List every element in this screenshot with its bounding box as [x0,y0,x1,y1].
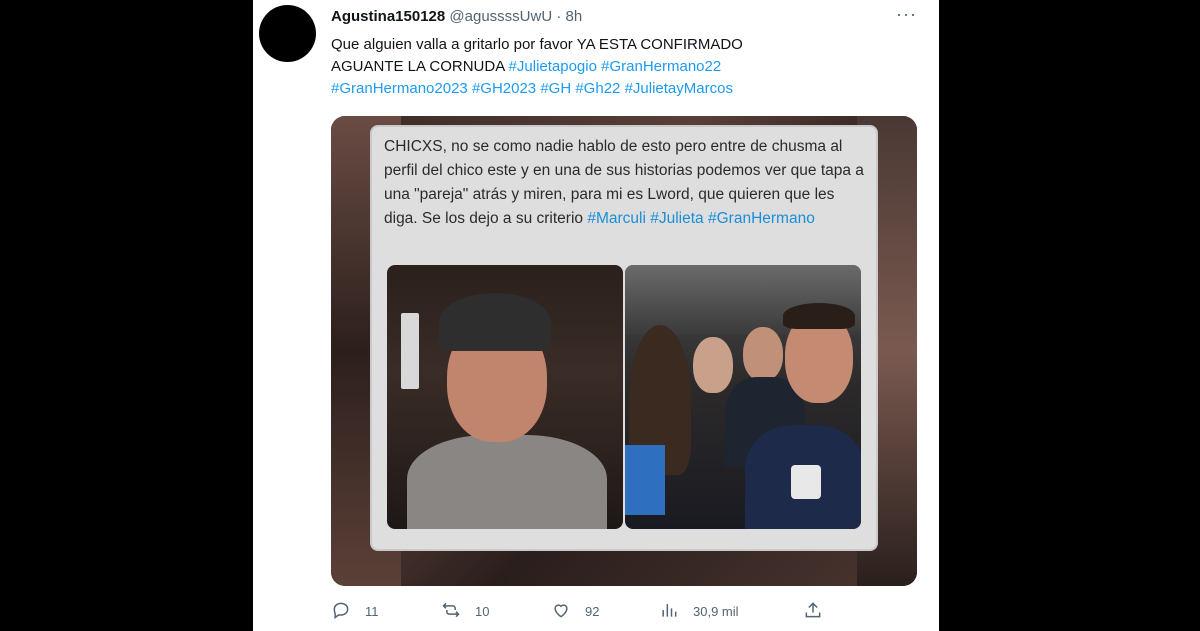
person-face [743,327,783,381]
retweet-button[interactable]: 10 [441,600,489,623]
photo-right [625,265,861,529]
heart-icon [551,600,571,623]
views-button[interactable]: 30,9 mil [659,600,739,623]
jersey-badge [791,465,821,499]
hashtag-link[interactable]: #GH [540,80,571,97]
views-count: 30,9 mil [693,604,739,619]
person-face [693,337,733,393]
screenshot-hashtag: #GranHermano [707,210,815,227]
views-icon [659,600,679,623]
reply-icon [331,600,351,623]
more-icon[interactable]: ··· [896,4,917,25]
like-count: 92 [585,604,600,619]
timestamp[interactable]: 8h [566,8,583,25]
hashtag-link[interactable]: #GranHermano2023 [331,80,468,97]
like-button[interactable]: 92 [551,600,599,623]
person-cap [439,293,551,351]
hashtag-link[interactable]: #JulietayMarcos [625,80,733,97]
person-top [625,445,665,515]
separator: · [556,8,562,25]
tweet-card[interactable]: Agustina150128 @agussssUwU · 8h ··· Que … [253,0,939,631]
person-hair [783,303,855,329]
share-icon [803,600,823,623]
person-hoodie [407,435,607,529]
screenshot-hashtag: #Julieta [650,210,704,227]
author-name[interactable]: Agustina150128 [331,8,445,25]
hashtag-link[interactable]: #GH2023 [472,80,536,97]
screenshot-card: CHICXS, no se como nadie hablo de esto p… [372,127,876,549]
tweet-header: Agustina150128 @agussssUwU · 8h [331,8,582,25]
hashtag-link[interactable]: #Gh22 [575,80,620,97]
photo-left [387,265,623,529]
tweet-media-image[interactable]: CHICXS, no se como nadie hablo de esto p… [331,116,917,586]
tweet-text-line-3: #GranHermano2023 #GH2023 #GH #Gh22 #Juli… [331,78,911,100]
reply-count: 11 [365,604,379,619]
share-button[interactable] [803,600,823,623]
tweet-text: Que alguien valla a gritarlo por favor Y… [331,34,911,100]
author-handle[interactable]: @agussssUwU [449,8,552,25]
reply-button[interactable]: 11 [331,600,379,623]
tweet-text-line-2: AGUANTE LA CORNUDA #Julietapogio #GranHe… [331,56,911,78]
hashtag-link[interactable]: #GranHermano22 [601,58,721,75]
screenshot-hashtag: #Marculi [587,210,646,227]
sticker [401,313,419,389]
screenshot-text: CHICXS, no se como nadie hablo de esto p… [384,135,868,231]
tweet-text-line-1: Que alguien valla a gritarlo por favor Y… [331,36,743,53]
retweet-icon [441,600,461,623]
hashtag-link[interactable]: #Julietapogio [509,58,597,75]
tweet-text-plain: AGUANTE LA CORNUDA [331,58,509,75]
tweet-actions: 11 10 92 30,9 mil [331,600,911,628]
avatar[interactable] [259,5,316,62]
retweet-count: 10 [475,604,490,619]
